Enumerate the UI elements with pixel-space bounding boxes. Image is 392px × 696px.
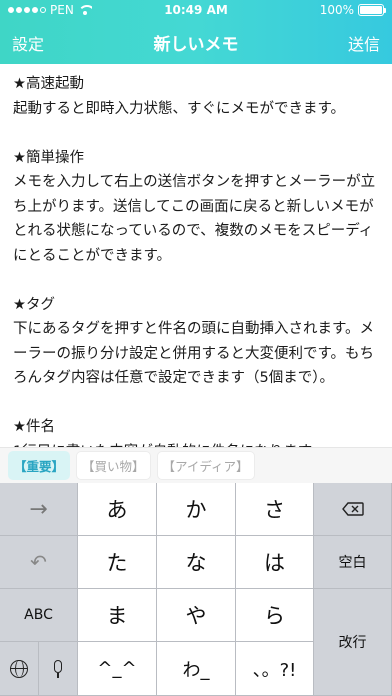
keyboard: → ↶ ABC あ か さ た な は ま や ら ^_^ わ_ 、。?! 空白… [0, 483, 392, 696]
backspace-key[interactable] [314, 483, 392, 536]
key-na[interactable]: な [157, 536, 236, 589]
globe-icon [10, 659, 28, 678]
navigation-bar: PEN 10:49 AM 100% 設定 新しいメモ 送信 [0, 0, 392, 64]
abc-label: ABC [24, 607, 53, 623]
key-ha[interactable]: は [236, 536, 314, 589]
memo-blank-line [13, 121, 381, 146]
tag-bar: 【重要】 【買い物】 【アイディア】 [0, 447, 392, 483]
status-right: 100% [319, 3, 386, 17]
battery-percent: 100% [319, 3, 354, 17]
undo-icon: ↶ [30, 550, 47, 574]
memo-line: ★件名 [13, 419, 55, 435]
page-title: 新しいメモ [153, 35, 239, 55]
backspace-icon [341, 502, 364, 516]
key-a[interactable]: あ [78, 483, 157, 536]
key-ra[interactable]: ら [236, 589, 314, 642]
microphone-icon [54, 660, 62, 678]
status-bar: PEN 10:49 AM 100% [0, 0, 392, 20]
memo-line: ★簡単操作 [13, 149, 84, 166]
key-ya[interactable]: や [157, 589, 236, 642]
memo-blank-line [13, 268, 381, 293]
space-key[interactable]: 空白 [314, 536, 392, 589]
memo-line: 下にあるタグを押すと件名の頭に自動挿入されます。メーラーの振り分け設定と併用する… [13, 321, 375, 386]
tag-important[interactable]: 【重要】 [8, 451, 71, 480]
key-ta[interactable]: た [78, 536, 157, 589]
key-sa[interactable]: さ [236, 483, 314, 536]
undo-key[interactable]: ↶ [0, 536, 78, 589]
abc-key[interactable]: ABC [0, 589, 78, 642]
send-button[interactable]: 送信 [348, 31, 380, 55]
return-key[interactable]: 改行 [314, 589, 392, 696]
mic-key[interactable] [39, 642, 78, 696]
key-emoticon[interactable]: ^_^ [78, 642, 157, 696]
globe-key[interactable] [0, 642, 39, 696]
key-punctuation[interactable]: 、。?! [236, 642, 314, 696]
tag-shopping[interactable]: 【買い物】 [76, 451, 151, 480]
key-wa[interactable]: わ_ [157, 642, 236, 696]
arrow-right-icon: → [29, 496, 48, 522]
memo-blank-line [13, 391, 381, 416]
memo-line: メモを入力して右上の送信ボタンを押すとメーラーが立ち上がります。送信してこの画面… [13, 174, 376, 264]
key-ma[interactable]: ま [78, 589, 157, 642]
battery-icon [358, 4, 386, 16]
memo-line: 起動すると即時入力状態、すぐにメモができます。 [13, 100, 346, 117]
tag-idea[interactable]: 【アイディア】 [156, 451, 255, 480]
memo-text-area[interactable]: ★高速起動 起動すると即時入力状態、すぐにメモができます。 ★簡単操作 メモを入… [13, 72, 381, 464]
memo-line: ★高速起動 [13, 76, 84, 92]
memo-line: ★タグ [13, 296, 55, 313]
arrow-right-key[interactable]: → [0, 483, 78, 536]
key-ka[interactable]: か [157, 483, 236, 536]
